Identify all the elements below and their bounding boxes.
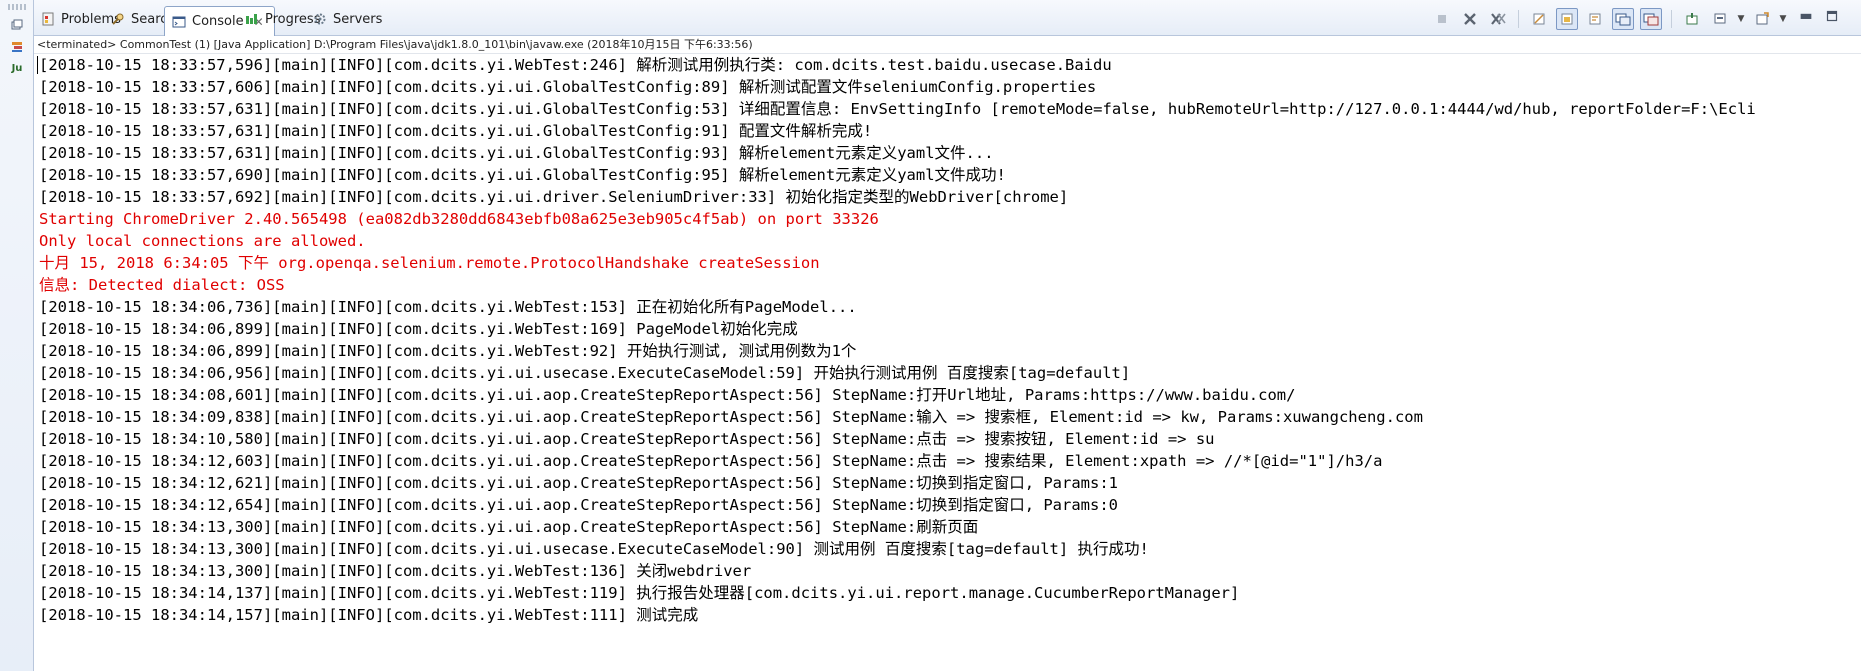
process-status-label: <terminated> CommonTest (1) [Java Applic… xyxy=(34,36,1861,54)
console-lines: [2018-10-15 18:33:57,596][main][INFO][co… xyxy=(39,54,1756,626)
console-line: [2018-10-15 18:34:13,300][main][INFO][co… xyxy=(39,540,1149,558)
restore-icon[interactable] xyxy=(8,16,26,34)
console-icon xyxy=(171,14,186,29)
console-line: 十月 15, 2018 6:34:05 下午 org.openqa.seleni… xyxy=(39,254,820,272)
tab-servers[interactable]: Servers xyxy=(306,6,392,32)
console-line: [2018-10-15 18:34:12,603][main][INFO][co… xyxy=(39,452,1383,470)
console-line: [2018-10-15 18:34:06,899][main][INFO][co… xyxy=(39,342,857,360)
scroll-lock-icon[interactable] xyxy=(1556,8,1578,30)
console-line: [2018-10-15 18:34:13,300][main][INFO][co… xyxy=(39,562,752,580)
console-line: [2018-10-15 18:34:10,580][main][INFO][co… xyxy=(39,430,1215,448)
terminate-icon[interactable] xyxy=(1431,8,1453,30)
console-line: [2018-10-15 18:33:57,631][main][INFO][co… xyxy=(39,144,994,162)
maximize-icon[interactable] xyxy=(1821,5,1843,27)
console-line: Only local connections are allowed. xyxy=(39,232,366,250)
problems-icon xyxy=(40,12,55,27)
console-line: [2018-10-15 18:34:14,157][main][INFO][co… xyxy=(39,606,699,624)
pin-console-icon[interactable] xyxy=(1681,8,1703,30)
search-icon xyxy=(110,12,125,27)
console-line: [2018-10-15 18:33:57,690][main][INFO][co… xyxy=(39,166,1006,184)
word-wrap-icon[interactable] xyxy=(1584,8,1606,30)
console-line: [2018-10-15 18:34:12,621][main][INFO][co… xyxy=(39,474,1119,492)
console-line: [2018-10-15 18:34:08,601][main][INFO][co… xyxy=(39,386,1296,404)
console-line: [2018-10-15 18:34:13,300][main][INFO][co… xyxy=(39,518,979,536)
view-tab-bar: Problems Search Console ✕ Progress Serve… xyxy=(34,0,1861,36)
text-caret xyxy=(37,56,38,74)
console-line: [2018-10-15 18:34:06,736][main][INFO][co… xyxy=(39,298,857,316)
chevron-down-icon[interactable]: ▼ xyxy=(1779,8,1787,30)
console-toolbar: ▼ ▼ xyxy=(1431,7,1787,31)
outline-icon[interactable] xyxy=(8,38,26,56)
trim-grip[interactable] xyxy=(8,4,26,10)
progress-icon xyxy=(244,12,259,27)
show-on-stderr-icon[interactable] xyxy=(1640,8,1662,30)
tab-console-label: Console xyxy=(192,14,244,29)
toolbar-separator xyxy=(1518,10,1519,28)
tab-servers-label: Servers xyxy=(333,11,383,27)
clear-console-icon[interactable] xyxy=(1528,8,1550,30)
console-line: [2018-10-15 18:34:12,654][main][INFO][co… xyxy=(39,496,1119,514)
servers-icon xyxy=(312,12,327,27)
side-trim-bar: Ju xyxy=(0,0,34,671)
console-line: [2018-10-15 18:33:57,631][main][INFO][co… xyxy=(39,122,873,140)
show-on-stdout-icon[interactable] xyxy=(1612,8,1634,30)
junit-icon[interactable]: Ju xyxy=(8,60,26,78)
minimize-icon[interactable]: ▬ xyxy=(1795,5,1817,27)
console-line: 信息: Detected dialect: OSS xyxy=(39,276,285,294)
toolbar-separator xyxy=(1671,10,1672,28)
remove-launch-icon[interactable] xyxy=(1459,8,1481,30)
display-selected-console-icon[interactable] xyxy=(1709,8,1731,30)
chevron-down-icon[interactable]: ▼ xyxy=(1737,8,1745,30)
remove-all-terminated-icon[interactable] xyxy=(1487,8,1509,30)
console-line: [2018-10-15 18:34:06,956][main][INFO][co… xyxy=(39,364,1131,382)
console-line: [2018-10-15 18:33:57,606][main][INFO][co… xyxy=(39,78,1097,96)
console-output[interactable]: [2018-10-15 18:33:57,596][main][INFO][co… xyxy=(34,54,1861,671)
console-view: Ju Problems Search Console ✕ Progress Se… xyxy=(0,0,1861,671)
console-line: [2018-10-15 18:34:09,838][main][INFO][co… xyxy=(39,408,1423,426)
console-line: [2018-10-15 18:34:06,899][main][INFO][co… xyxy=(39,320,798,338)
open-console-icon[interactable] xyxy=(1751,8,1773,30)
console-line: [2018-10-15 18:34:14,137][main][INFO][co… xyxy=(39,584,1240,602)
console-line: [2018-10-15 18:33:57,692][main][INFO][co… xyxy=(39,188,1069,206)
junit-label: Ju xyxy=(11,63,23,74)
console-line: Starting ChromeDriver 2.40.565498 (ea082… xyxy=(39,210,879,228)
console-line: [2018-10-15 18:33:57,596][main][INFO][co… xyxy=(39,56,1112,74)
console-line: [2018-10-15 18:33:57,631][main][INFO][co… xyxy=(39,100,1756,118)
